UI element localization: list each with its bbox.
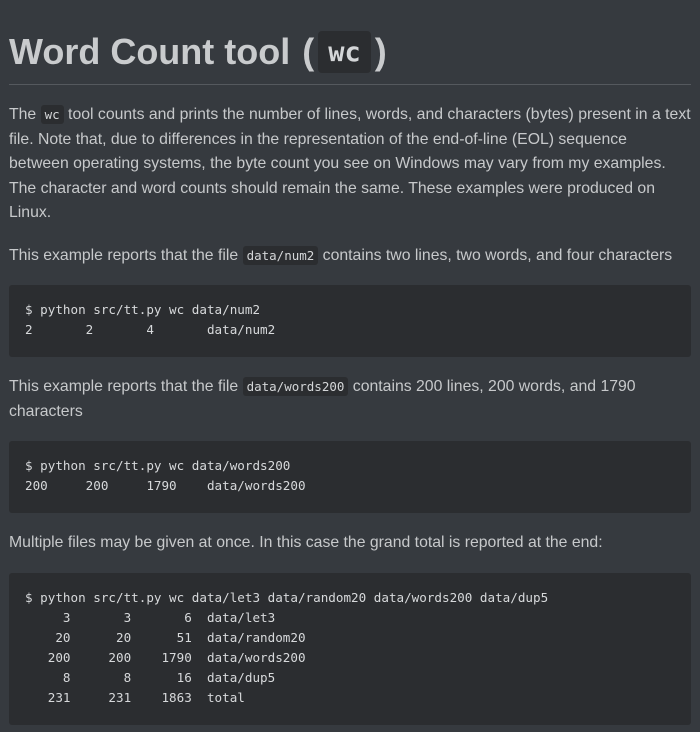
example1-text-before: This example reports that the file [9, 246, 243, 264]
example2-code-block: $ python src/tt.py wc data/words200 200 … [9, 441, 691, 513]
intro-text-before: The [9, 106, 41, 123]
example3-paragraph: Multiple files may be given at once. In … [9, 534, 603, 551]
example1-code-block: $ python src/tt.py wc data/num2 2 2 4 da… [9, 285, 691, 357]
example2-inline-code: data/words200 [242, 377, 349, 396]
title-code: wc [318, 31, 371, 73]
page-title-text: Word Count tool [9, 31, 291, 72]
example2-text-before: This example reports that the file [9, 378, 243, 395]
intro-inline-code: wc [40, 105, 64, 124]
title-open-paren: ( [302, 31, 315, 72]
example3-code-block: $ python src/tt.py wc data/let3 data/ran… [9, 572, 691, 725]
title-divider [9, 84, 691, 85]
document-page: Word Count tool (wc) The wc tool counts … [0, 0, 700, 725]
intro-text-after: tool counts and prints the number of lin… [9, 106, 691, 221]
example2-paragraph: This example reports that the file data/… [9, 375, 691, 424]
example1-text-after: contains two lines, two words, and four … [318, 246, 673, 264]
page-title: Word Count tool (wc) [9, 0, 691, 76]
intro-paragraph: The wc tool counts and prints the number… [9, 103, 691, 226]
example1-inline-code: data/num2 [242, 245, 319, 265]
title-close-paren: ) [374, 31, 387, 72]
example1-paragraph: This example reports that the file data/… [9, 244, 691, 269]
